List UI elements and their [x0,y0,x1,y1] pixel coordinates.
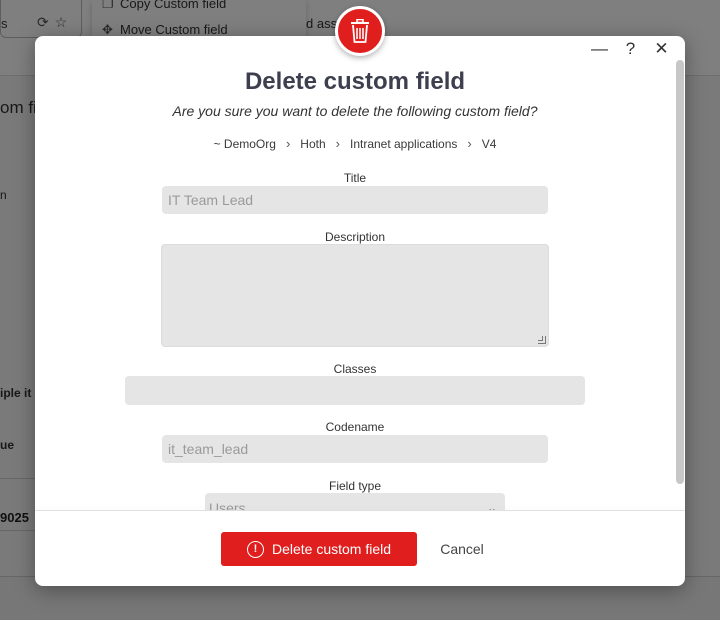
dialog-scrollbar[interactable] [676,60,684,484]
field-type-label: Field type [328,479,382,493]
breadcrumb-item: V4 [481,137,497,151]
classes-field[interactable] [125,376,585,405]
delete-custom-field-button[interactable]: ! Delete custom field [221,532,417,566]
dialog-title: Delete custom field [244,68,466,95]
chevron-right-icon: › [285,136,291,151]
codename-field[interactable]: it_team_lead [162,435,548,463]
breadcrumb-item: Intranet applications [349,137,458,151]
trash-badge [335,6,385,56]
minimize-button[interactable]: — [584,38,615,60]
delete-button-label: Delete custom field [271,541,392,557]
chevron-down-icon: ⌄ [486,501,497,510]
title-field-label: Title [343,171,367,185]
field-type-value: Users [209,500,246,510]
breadcrumb-item: ~ DemoOrg [213,137,276,151]
title-field[interactable]: IT Team Lead [162,186,548,214]
alert-circle-icon: ! [246,540,264,558]
delete-custom-field-dialog: Delete custom field Are you sure you wan… [35,6,685,586]
help-button[interactable]: ? [615,38,646,60]
cancel-button[interactable]: Cancel [433,532,491,566]
classes-field-label: Classes [333,362,377,376]
close-button[interactable]: ✕ [646,38,677,60]
codename-field-label: Codename [325,420,385,434]
breadcrumb: ~ DemoOrg › Hoth › Intranet applications › V4 [35,136,675,151]
dialog-scroll-area: Delete custom field Are you sure you wan… [35,36,685,510]
chevron-right-icon: › [335,136,340,151]
footer-divider [35,510,685,511]
dialog-subtitle: Are you sure you want to delete the foll… [172,103,538,119]
window-controls: — ? ✕ [584,38,677,60]
trash-icon [351,19,369,43]
chevron-right-icon: › [467,136,472,151]
resize-grip-icon[interactable] [538,336,546,344]
field-type-select[interactable]: Users ⌄ [205,493,505,510]
description-field[interactable] [161,244,549,347]
description-field-label: Description [324,230,386,244]
breadcrumb-item: Hoth [300,137,326,151]
